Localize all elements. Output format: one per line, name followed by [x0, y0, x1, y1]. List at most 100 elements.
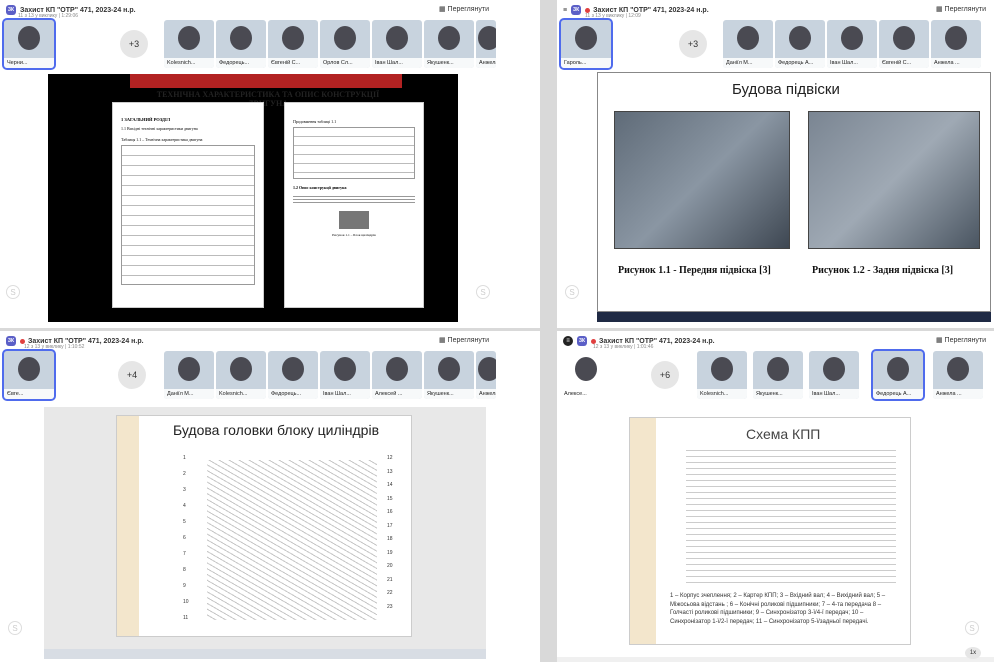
- rate-button[interactable]: 1x: [965, 647, 981, 659]
- rear-suspension-photo: [808, 111, 980, 249]
- participant-tile[interactable]: Анжела ...: [931, 20, 981, 68]
- windows-taskbar: [557, 657, 994, 662]
- shared-screen: Будова головки блоку циліндрів 123456789…: [44, 407, 486, 649]
- slide-title: Схема КПП: [746, 426, 821, 442]
- shared-screen: ТЕХНІЧНА ХАРАКТЕРИСТИКА ТА ОПИС КОНСТРУК…: [48, 74, 458, 322]
- callout-number: 15: [387, 495, 393, 502]
- more-participants-button[interactable]: +3: [120, 30, 148, 58]
- callout-number: 7: [183, 551, 186, 557]
- teams-logo-icon: ЗК: [6, 336, 16, 346]
- self-tile[interactable]: Черни...: [2, 18, 56, 70]
- participant-tile[interactable]: Якушенк...: [424, 20, 474, 68]
- participant-tile[interactable]: Іван Шал...: [320, 351, 370, 399]
- slide-title: Будова підвіски: [732, 81, 840, 98]
- callout-number: 23: [387, 603, 393, 610]
- callout-number: 14: [387, 482, 393, 488]
- self-tile[interactable]: Гароль...: [559, 18, 613, 70]
- callout-number: 19: [387, 549, 393, 556]
- participant-tile[interactable]: Іван Шал...: [827, 20, 877, 68]
- participant-tile[interactable]: Євгеній С...: [879, 20, 929, 68]
- callout-number: 11: [183, 615, 189, 621]
- callout-number: 12: [387, 455, 393, 461]
- callout-numbers-left: 1 2 3 4 5 6 7 8 9 10 11: [183, 450, 193, 626]
- slide: Схема КПП 1 – Корпус зчеплення; 2 – Карт…: [629, 417, 911, 645]
- participant-tile[interactable]: Даніїл М...: [164, 351, 214, 399]
- divider-gap: [540, 0, 557, 662]
- participant-tile[interactable]: Федорець...: [216, 20, 266, 68]
- skype-icon: S: [965, 621, 979, 635]
- participant-strip: Євге... +4 Даніїл М... Kolesnich... Федо…: [0, 349, 497, 401]
- callout-number: 2: [183, 471, 186, 477]
- view-button[interactable]: ▦ Переглянути: [439, 5, 489, 13]
- teams-logo-icon: ЗК: [6, 5, 16, 15]
- teams-logo-icon: ЗК: [571, 5, 582, 15]
- windows-taskbar: [44, 649, 486, 659]
- callout-number: 17: [387, 522, 393, 529]
- skype-icon: S: [8, 621, 22, 635]
- document-page-right: Продовження таблиці 1.1 1.2 Опис констру…: [284, 102, 424, 308]
- callout-number: 16: [387, 509, 393, 515]
- callout-number: 13: [387, 468, 393, 475]
- skype-icon: S: [565, 285, 579, 299]
- more-participants-button[interactable]: +6: [651, 361, 679, 389]
- participant-tile[interactable]: Євгеній С...: [268, 20, 318, 68]
- participant-tile[interactable]: Даніїл М...: [723, 20, 773, 68]
- participant-tile[interactable]: Алексей ...: [372, 351, 422, 399]
- cylinder-head-drawing: [207, 460, 377, 620]
- callout-number: 1: [183, 455, 186, 461]
- participant-tile[interactable]: Анжела ...: [476, 351, 496, 399]
- participant-tile[interactable]: Іван Шал...: [372, 20, 422, 68]
- participant-tile[interactable]: Kolesnich...: [216, 351, 266, 399]
- callout-number: 8: [183, 567, 186, 573]
- view-button[interactable]: ▦ Переглянути: [936, 5, 986, 13]
- callout-number: 18: [387, 536, 393, 542]
- front-suspension-photo: [614, 111, 790, 249]
- skype-icon: S: [476, 285, 490, 299]
- more-participants-button[interactable]: +4: [118, 361, 146, 389]
- gearbox-scheme-drawing: [686, 450, 896, 588]
- call-window-4: ≡ ЗК Захист КП "ОТР" 471, 2023-24 н.р. 1…: [557, 331, 994, 662]
- slide: Будова головки блоку циліндрів 123456789…: [116, 415, 412, 637]
- teams-logo-icon: ЗК: [577, 336, 587, 346]
- call-window-3: ЗК Захист КП "ОТР" 471, 2023-24 н.р. 12 …: [0, 331, 497, 662]
- participant-strip: Гароль... +3 Даніїл М... Федорець А... І…: [557, 18, 994, 70]
- participant-tile[interactable]: Анжела ...: [933, 351, 983, 399]
- gearbox-legend: 1 – Корпус зчеплення; 2 – Картер КПП; 3 …: [670, 593, 886, 626]
- recording-icon: [585, 7, 591, 13]
- callout-number: 3: [183, 487, 186, 493]
- participant-tile[interactable]: Kolesnich...: [164, 20, 214, 68]
- participant-tile[interactable]: Федорець А...: [871, 349, 925, 401]
- call-window-1: ЗК Захист КП "ОТР" 471, 2023-24 н.р. 11 …: [0, 0, 497, 331]
- participant-tile[interactable]: Іван Шал...: [809, 351, 859, 399]
- view-button[interactable]: ▦ Переглянути: [439, 336, 489, 344]
- participant-strip: Алексе... +6 Kolesnich... Якушенк... Іва…: [557, 349, 994, 401]
- figure-caption-2: Рисунок 1.2 - Задня підвіска [3]: [812, 265, 954, 276]
- participant-tile[interactable]: Федорець...: [268, 351, 318, 399]
- windows-taskbar: [597, 312, 991, 322]
- participant-tile[interactable]: Якушенк...: [753, 351, 803, 399]
- call-window-2: ≡ ЗК Захист КП "ОТР" 471, 2023-24 н.р. 1…: [557, 0, 994, 331]
- self-tile[interactable]: Алексе...: [561, 351, 611, 399]
- divider-horizontal: [0, 328, 994, 331]
- self-tile[interactable]: Євге...: [2, 349, 56, 401]
- participant-tile[interactable]: Анжела ...: [476, 20, 496, 68]
- callout-number: 21: [387, 576, 393, 583]
- participant-tile[interactable]: Орлов Сл...: [320, 20, 370, 68]
- recording-icon: [591, 338, 596, 344]
- shared-screen: Схема КПП 1 – Корпус зчеплення; 2 – Карт…: [557, 407, 994, 655]
- view-button[interactable]: ▦ Переглянути: [936, 336, 986, 344]
- participant-strip: Черни... +3 Kolesnich... Федорець... Євг…: [0, 18, 497, 70]
- callout-number: 20: [387, 563, 393, 569]
- more-participants-button[interactable]: +3: [679, 30, 707, 58]
- callout-number: 10: [183, 599, 189, 605]
- participant-tile[interactable]: Kolesnich...: [697, 351, 747, 399]
- recording-icon: [20, 338, 25, 344]
- shared-screen: Будова підвіски Рисунок 1.1 - Передня пі…: [597, 72, 991, 312]
- callout-number: 22: [387, 590, 393, 596]
- participant-tile[interactable]: Якушенк...: [424, 351, 474, 399]
- document-page-left: 1 ЗАГАЛЬНИЙ РОЗДІЛ 1.1 Вихідні технічні …: [112, 102, 264, 308]
- callout-numbers-right: 12 13 14 15 16 17 18 19 20 21 22 23: [387, 452, 399, 614]
- participant-tile[interactable]: Федорець А...: [775, 20, 825, 68]
- skype-icon: S: [6, 285, 20, 299]
- figure-caption-1: Рисунок 1.1 - Передня підвіска [3]: [618, 265, 771, 276]
